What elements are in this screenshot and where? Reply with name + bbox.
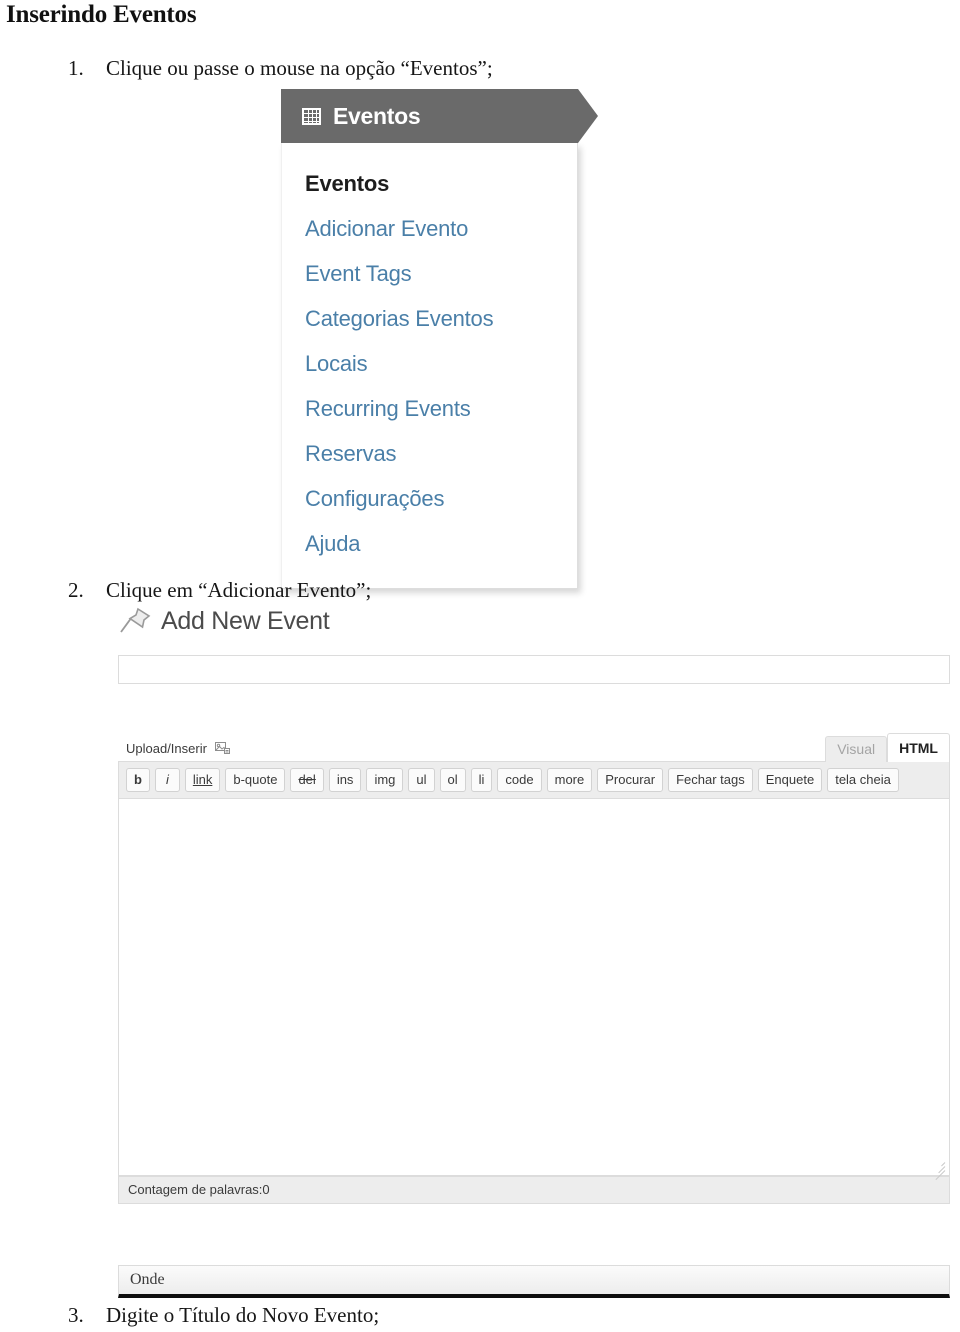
toolbar-button-fechar-tags[interactable]: Fechar tags (668, 768, 753, 792)
toolbar-button-link[interactable]: link (184, 768, 221, 792)
calendar-icon (302, 107, 321, 125)
word-count-label: Contagem de palavras:0 (118, 1176, 950, 1204)
tab-html[interactable]: HTML (887, 733, 950, 762)
step-text: Clique ou passe o mouse na opção “Evento… (106, 56, 493, 80)
event-title-input[interactable] (118, 655, 950, 684)
insert-media-icon[interactable] (214, 741, 230, 755)
toolbar-button-li[interactable]: li (470, 768, 493, 792)
step-item-1: 1. Clique ou passe o mouse na opção “Even… (68, 56, 493, 81)
onde-panel-label: Onde (130, 1271, 165, 1288)
post-editor: Upload/Inserir Visual HTML b i link b-qu… (118, 733, 950, 1204)
menu-item-configuracoes[interactable]: Configurações (282, 476, 577, 521)
toolbar-button-procurar[interactable]: Procurar (597, 768, 664, 792)
toolbar-button-del[interactable]: del (290, 768, 324, 792)
resize-grip-icon[interactable] (932, 1158, 946, 1181)
onde-panel-header[interactable]: Onde (118, 1265, 950, 1298)
toolbar-button-ul[interactable]: ul (408, 768, 435, 792)
add-new-event-label: Add New Event (161, 606, 330, 635)
editor-content-area[interactable] (118, 799, 950, 1181)
menu-header-eventos[interactable]: Eventos (281, 89, 598, 143)
toolbar-button-enquete[interactable]: Enquete (757, 768, 823, 792)
step-number: 2. (68, 578, 84, 602)
menu-item-ajuda[interactable]: Ajuda (282, 521, 577, 566)
step-item-2: 2. Clique em “Adicionar Evento”; (68, 578, 371, 603)
step-number: 1. (68, 56, 84, 80)
toolbar-button-b[interactable]: b (126, 768, 150, 792)
menu-item-reservas[interactable]: Reservas (282, 431, 577, 476)
add-new-event-heading: Add New Event (118, 606, 330, 636)
toolbar-button-code[interactable]: code (497, 768, 542, 792)
toolbar-button-b-quote[interactable]: b-quote (225, 768, 286, 792)
step-item-3: 3. Digite o Título do Novo Evento; (68, 1303, 379, 1328)
pushpin-icon (118, 606, 152, 636)
menu-item-adicionar-evento[interactable]: Adicionar Evento (282, 206, 577, 251)
toolbar-button-ins[interactable]: ins (328, 768, 362, 792)
step-text: Clique em “Adicionar Evento”; (106, 578, 372, 602)
menu-item-locais[interactable]: Locais (282, 341, 577, 386)
menu-item-event-tags[interactable]: Event Tags (282, 251, 577, 296)
toolbar-button-more[interactable]: more (546, 768, 593, 792)
menu-header-label: Eventos (333, 102, 421, 129)
step-number: 3. (68, 1303, 84, 1327)
page-title: Inserindo Eventos (6, 1, 197, 28)
menu-item-eventos[interactable]: Eventos (282, 161, 577, 206)
toolbar-button-img[interactable]: img (366, 768, 404, 792)
editor-media-row: Upload/Inserir Visual HTML (118, 733, 950, 762)
upload-insert-label: Upload/Inserir (126, 740, 207, 756)
editor-mode-tabs: Visual HTML (825, 733, 950, 762)
toolbar-button-tela-cheia[interactable]: tela cheia (827, 768, 899, 792)
menu-item-categorias-eventos[interactable]: Categorias Eventos (282, 296, 577, 341)
wp-admin-events-menu: Eventos Eventos Adicionar Evento Event T… (281, 89, 598, 589)
menu-items-list: Eventos Adicionar Evento Event Tags Cate… (281, 143, 578, 589)
menu-item-recurring-events[interactable]: Recurring Events (282, 386, 577, 431)
step-text: Digite o Título do Novo Evento; (106, 1303, 380, 1327)
editor-toolbar: b i link b-quote del ins img ul ol li co… (118, 761, 950, 799)
tab-visual[interactable]: Visual (825, 736, 888, 762)
toolbar-button-ol[interactable]: ol (439, 768, 466, 792)
toolbar-button-i[interactable]: i (154, 768, 180, 792)
